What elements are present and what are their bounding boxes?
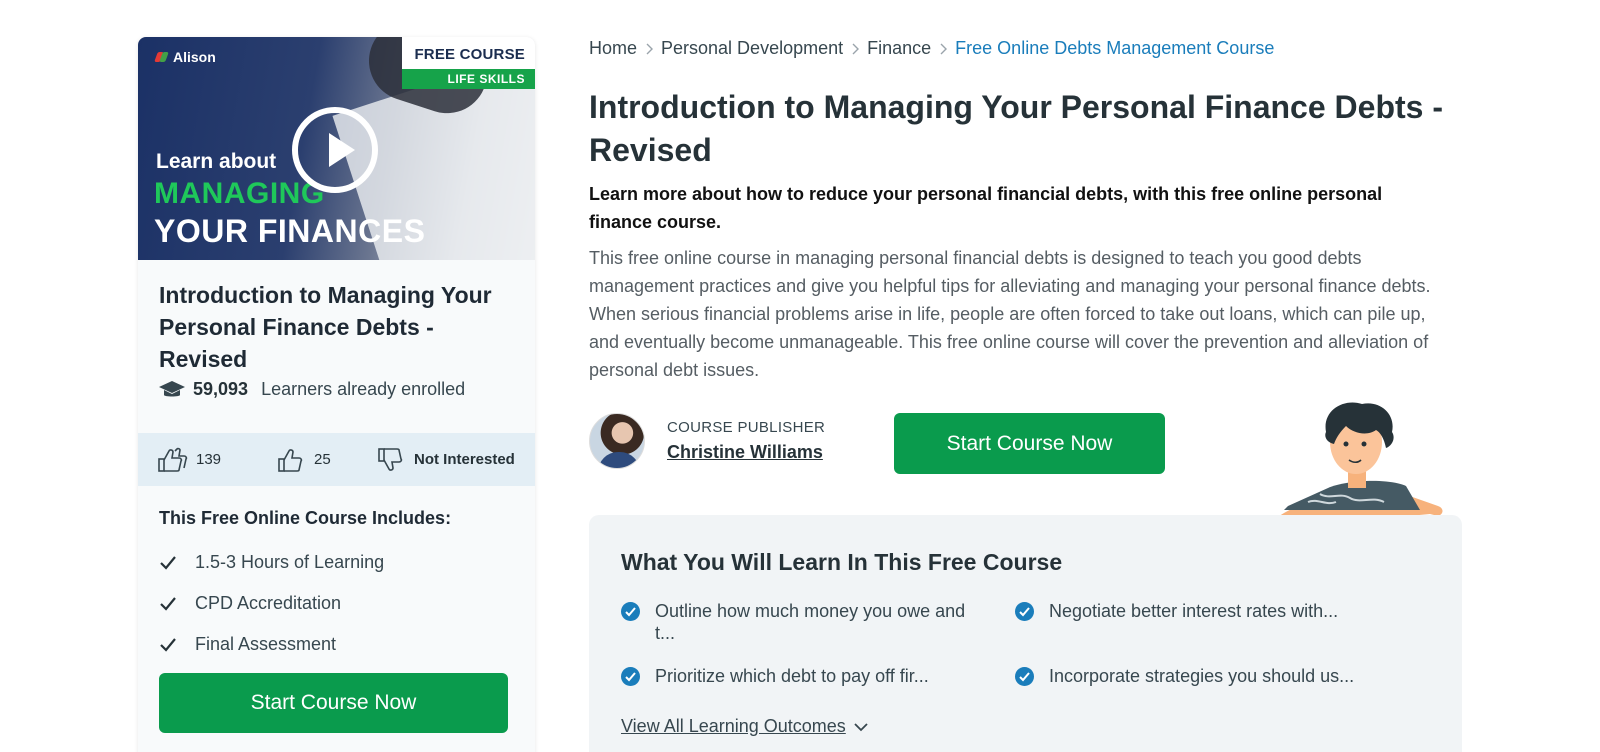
list-item: Prioritize which debt to pay off fir... xyxy=(621,665,1001,687)
not-interested-button[interactable]: Not Interested xyxy=(376,447,515,473)
check-circle-icon xyxy=(621,602,640,621)
chevron-down-icon xyxy=(854,722,868,731)
course-publisher: COURSE PUBLISHER Christine Williams xyxy=(589,413,825,469)
breadcrumb: Home Personal Development Finance Free O… xyxy=(589,38,1274,59)
breadcrumb-current[interactable]: Free Online Debts Management Course xyxy=(955,38,1274,59)
graduation-cap-icon xyxy=(159,380,185,396)
chevron-right-icon xyxy=(940,43,948,54)
thumbnail-text-line2: MANAGING xyxy=(154,177,325,210)
publisher-name-link[interactable]: Christine Williams xyxy=(667,442,825,463)
check-circle-icon xyxy=(621,667,640,686)
chevron-right-icon xyxy=(646,43,654,54)
course-thumbnail[interactable]: Alison FREE COURSE LIFE SKILLS Learn abo… xyxy=(138,37,535,260)
check-circle-icon xyxy=(1015,602,1034,621)
list-item: 1.5-3 Hours of Learning xyxy=(159,542,384,583)
thumbs-up-icon xyxy=(278,448,303,472)
thumbs-down-icon xyxy=(378,447,403,471)
thumbnail-text-line3: YOUR FINANCES xyxy=(154,213,426,249)
learning-outcomes-section: What You Will Learn In This Free Course … xyxy=(589,515,1462,752)
thumbnail-text-line1: Learn about xyxy=(156,150,277,173)
list-item: CPD Accreditation xyxy=(159,583,384,624)
card-course-title: Introduction to Managing Your Personal F… xyxy=(159,282,492,372)
course-description: This free online course in managing pers… xyxy=(589,248,1431,380)
start-course-button[interactable]: Start Course Now xyxy=(894,413,1165,474)
view-all-outcomes-link[interactable]: View All Learning Outcomes xyxy=(621,716,868,737)
includes-heading: This Free Online Course Includes: xyxy=(159,508,452,528)
checkmark-icon xyxy=(160,596,176,611)
double-thumbs-up-icon xyxy=(158,447,188,472)
play-icon[interactable] xyxy=(292,107,378,193)
enrolled-count: 59,093 Learners already enrolled xyxy=(159,379,465,400)
publisher-label: COURSE PUBLISHER xyxy=(667,419,826,436)
list-item: Final Assessment xyxy=(159,624,384,665)
course-subtitle: Learn more about how to reduce your pers… xyxy=(589,184,1383,232)
breadcrumb-personal-development[interactable]: Personal Development xyxy=(661,38,843,59)
recommend-button[interactable]: 139 xyxy=(158,447,276,473)
includes-list: 1.5-3 Hours of Learning CPD Accreditatio… xyxy=(159,542,384,665)
breadcrumb-finance[interactable]: Finance xyxy=(867,38,931,59)
alison-logo: Alison xyxy=(154,49,216,65)
free-course-badge: FREE COURSE LIFE SKILLS xyxy=(402,37,535,89)
alison-logo-icon xyxy=(154,51,170,63)
list-item: Incorporate strategies you should us... xyxy=(1015,665,1435,687)
chevron-right-icon xyxy=(852,43,860,54)
course-card: Alison FREE COURSE LIFE SKILLS Learn abo… xyxy=(138,37,535,752)
checkmark-icon xyxy=(160,555,176,570)
list-item: Negotiate better interest rates with... xyxy=(1015,600,1435,622)
like-button[interactable]: 25 xyxy=(276,447,376,473)
card-start-course-button[interactable]: Start Course Now xyxy=(159,673,508,733)
list-item: Outline how much money you owe and t... xyxy=(621,600,981,644)
reaction-bar: 139 25 Not Interested xyxy=(138,433,535,486)
checkmark-icon xyxy=(160,637,176,652)
avatar[interactable] xyxy=(589,413,645,469)
page-title: Introduction to Managing Your Personal F… xyxy=(589,89,1443,168)
breadcrumb-home[interactable]: Home xyxy=(589,38,637,59)
learning-outcomes-heading: What You Will Learn In This Free Course xyxy=(621,549,1063,575)
check-circle-icon xyxy=(1015,667,1034,686)
